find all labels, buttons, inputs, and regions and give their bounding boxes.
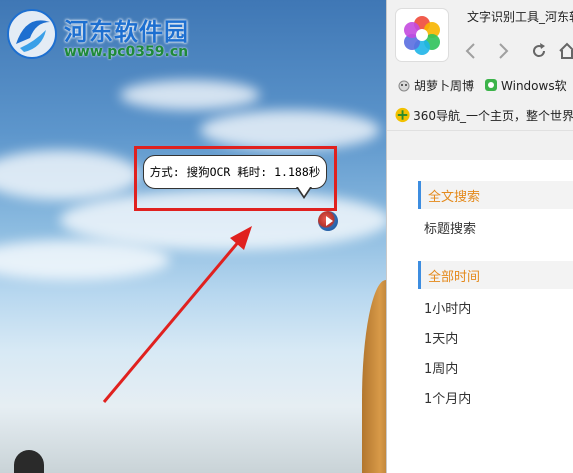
search-filter-panel: 全文搜索 标题搜索 全部时间 1小时内 1天内 1周内 1个月内	[387, 160, 573, 473]
browser-toolbar: 文字识别工具_河东软 胡萝卜周博 Windows软 360导航_一个主页，整个世…	[387, 0, 573, 160]
section-all-time[interactable]: 全部时间	[418, 261, 573, 289]
nav-site-label: 360导航_一个主页，整个世界	[413, 108, 573, 123]
cloud	[0, 150, 140, 200]
bookmark-label: 胡萝卜周博	[414, 78, 475, 93]
cloud	[200, 110, 380, 150]
bookmark-item[interactable]: 胡萝卜周博	[397, 77, 474, 94]
back-button[interactable]	[461, 40, 481, 62]
window-title: 文字识别工具_河东软	[467, 10, 573, 24]
home-icon	[559, 42, 573, 59]
section-fulltext-search[interactable]: 全文搜索	[418, 181, 573, 209]
windows-app-icon	[485, 79, 498, 91]
watermark-logo-icon	[6, 8, 58, 60]
refresh-icon	[533, 43, 546, 57]
cloud	[120, 80, 260, 110]
forward-button[interactable]	[493, 40, 513, 62]
browser-window: 文字识别工具_河东软 胡萝卜周博 Windows软 360导航_一个主页，整个世…	[386, 0, 573, 473]
cloud	[0, 240, 170, 280]
app-icon[interactable]	[396, 9, 448, 61]
carrot-icon	[398, 80, 410, 92]
menu-item-1-hour[interactable]: 1小时内	[424, 298, 471, 317]
ocr-result-tooltip: 方式: 搜狗OCR 耗时: 1.188秒	[143, 155, 327, 189]
bookmark-item[interactable]: Windows软	[484, 77, 567, 94]
bookmarks-bar: 胡萝卜周博 Windows软	[387, 72, 573, 98]
color-wheel-icon	[404, 16, 440, 55]
plus-icon	[395, 107, 410, 123]
rock-formation	[362, 280, 386, 473]
nav-site-row[interactable]: 360导航_一个主页，整个世界	[387, 103, 573, 127]
refresh-button[interactable]	[529, 40, 549, 62]
menu-item-1-day[interactable]: 1天内	[424, 328, 458, 347]
watermark-url: www.pc0359.cn	[64, 44, 189, 60]
menu-item-1-week[interactable]: 1周内	[424, 358, 458, 377]
desktop-wallpaper	[0, 0, 386, 473]
watermark-title: 河东软件园	[64, 17, 189, 46]
ocr-tray-icon[interactable]	[318, 211, 338, 231]
play-icon	[325, 216, 333, 226]
person-silhouette	[14, 450, 44, 473]
bookmark-label: Windows软	[501, 78, 567, 93]
chevron-left-icon	[465, 43, 475, 59]
menu-item-title-search[interactable]: 标题搜索	[424, 218, 476, 237]
tooltip-tail-inner	[298, 187, 310, 196]
home-button[interactable]	[557, 40, 573, 62]
divider	[387, 130, 573, 131]
menu-item-1-month[interactable]: 1个月内	[424, 388, 471, 407]
chevron-right-icon	[499, 43, 509, 59]
